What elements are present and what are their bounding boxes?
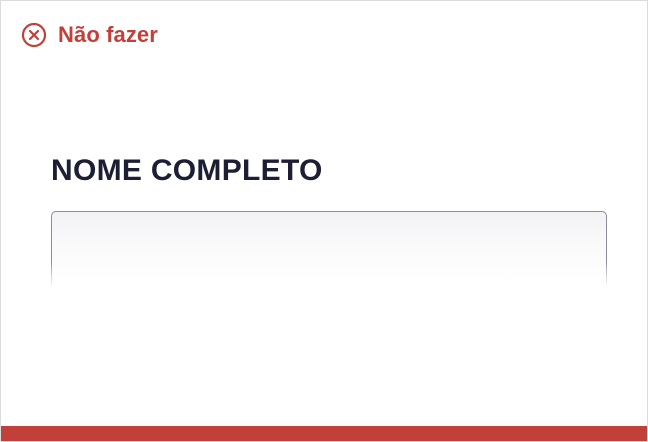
dont-example-card: Não fazer NOME COMPLETO	[0, 0, 648, 442]
dont-title: Não fazer	[58, 22, 158, 47]
full-name-input[interactable]	[51, 211, 607, 287]
full-name-input-wrapper	[51, 211, 607, 287]
dont-header: Não fazer	[21, 22, 158, 48]
accent-bottom-bar	[1, 426, 647, 441]
close-circle-icon	[21, 22, 47, 48]
full-name-label: NOME COMPLETO	[51, 154, 323, 187]
